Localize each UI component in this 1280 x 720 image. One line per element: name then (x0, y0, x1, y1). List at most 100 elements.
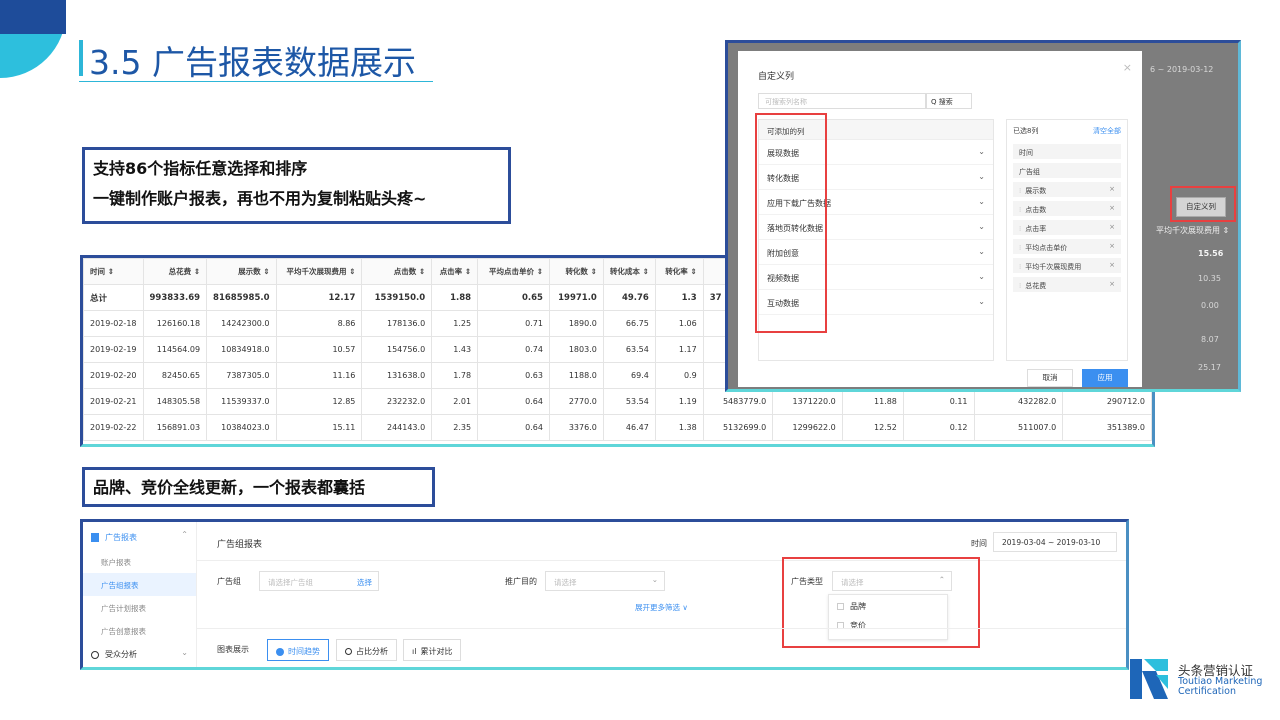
col-header-time[interactable]: 时间 ⇕ (83, 258, 144, 285)
callout-metrics-line2: 一键制作账户报表，再也不用为复制粘贴头疼~ (93, 189, 427, 208)
chart-display-label: 图表展示 (217, 645, 249, 654)
apply-button[interactable]: 应用 (1082, 369, 1128, 387)
selected-columns-list: 已选8列 清空全部 时间 广告组 ⁞ 展示数 × ⁞ 点击数 × ⁞ 点击率 × ⁞ 平均点击… (1006, 119, 1128, 361)
bar-chart-icon: ıl (412, 647, 417, 656)
remove-icon[interactable]: × (1109, 223, 1115, 231)
sidebar-item-campaign-report[interactable]: 广告计划报表 (83, 596, 196, 619)
selected-column-chip[interactable]: ⁞ 总花费 × (1013, 277, 1121, 292)
chevron-down-icon: ⌄ (978, 197, 985, 206)
chevron-down-icon: ⌄ (978, 147, 985, 156)
col-header-conv-cost[interactable]: 转化成本 ⇕ (602, 258, 656, 285)
col-header-cpc[interactable]: 平均点击单价 ⇕ (477, 258, 550, 285)
sidebar-group-ad-report[interactable]: 广告报表 ⌃ (83, 522, 196, 550)
total-cpm: 12.17 (275, 284, 363, 311)
selected-column-chip[interactable]: ⁞ 平均点击单价 × (1013, 239, 1121, 254)
selected-column-chip[interactable]: ⁞ 点击率 × (1013, 220, 1121, 235)
total-cost: 993833.69 (142, 284, 208, 311)
col-header-cpm[interactable]: 平均千次展现费用 ⇕ (275, 258, 363, 285)
tab-share-analysis[interactable]: 占比分析 (336, 639, 397, 661)
remove-icon[interactable]: × (1109, 185, 1115, 193)
tab-time-trend[interactable]: 时间趋势 (267, 639, 329, 661)
report-sidebar: 广告报表 ⌃ 账户报表 广告组报表 广告计划报表 广告创意报表 受众分析 ⌄ (83, 522, 197, 667)
bg-value: 15.56 (1198, 249, 1224, 258)
selected-columns-header: 已选8列 (1013, 127, 1039, 135)
logo-text-en: Toutiao Marketing Certification (1178, 676, 1263, 697)
highlight-available-columns (755, 113, 827, 333)
bg-value: 8.07 (1201, 335, 1219, 344)
highlight-custom-column-button (1170, 186, 1236, 222)
sidebar-group-audience[interactable]: 受众分析 ⌄ (83, 642, 196, 666)
chevron-down-icon: ⌄ (978, 222, 985, 231)
callout-metrics: 支持86个指标任意选择和排序 一键制作账户报表，再也不用为复制粘贴头疼~ (82, 147, 511, 224)
bg-value: 25.17 (1198, 363, 1221, 372)
modal-title: 自定义列 (758, 72, 795, 82)
chevron-up-icon: ⌃ (181, 530, 188, 539)
selected-column-chip: 时间 (1013, 144, 1121, 159)
remove-icon[interactable]: × (1109, 261, 1115, 269)
sidebar-item-creative-report[interactable]: 广告创意报表 (83, 619, 196, 642)
total-conv-cost: 49.76 (602, 284, 656, 311)
title-accent-bar (79, 40, 83, 76)
report-icon (91, 533, 99, 542)
bg-column-header: 平均千次展现费用 ⇕ (1156, 226, 1230, 235)
search-button[interactable]: Q 搜索 (926, 93, 972, 109)
chevron-down-icon: ⌄ (978, 172, 985, 181)
clear-all-link[interactable]: 清空全部 (1093, 126, 1121, 136)
ad-group-label: 广告组 (217, 577, 241, 586)
drag-handle-icon[interactable]: ⁞ (1019, 225, 1021, 233)
total-ctr: 1.88 (431, 284, 479, 311)
total-clicks: 1539150.0 (361, 284, 433, 311)
purpose-label: 推广目的 (505, 577, 537, 586)
bg-date-range: 6 ~ 2019-03-12 (1150, 65, 1214, 74)
bg-value: 10.35 (1198, 274, 1221, 283)
col-header-cost[interactable]: 总花费 ⇕ (142, 258, 208, 285)
selected-column-chip: 广告组 (1013, 163, 1121, 178)
col-header-ctr[interactable]: 点击率 ⇕ (431, 258, 479, 285)
table-row: 2019-02-22 156891.03 10384023.0 15.11 244143… (83, 414, 1152, 441)
col-header-clicks[interactable]: 点击数 ⇕ (361, 258, 433, 285)
drag-handle-icon[interactable]: ⁞ (1019, 263, 1021, 271)
tab-cumulative-comparison[interactable]: ıl 累计对比 (403, 639, 462, 661)
selected-column-chip[interactable]: ⁞ 平均千次展现费用 × (1013, 258, 1121, 273)
close-icon[interactable]: × (1123, 61, 1132, 74)
col-header-impressions[interactable]: 展示数 ⇕ (206, 258, 277, 285)
slide-title: 3.5 广告报表数据展示 (89, 43, 416, 82)
chevron-down-icon: ⌄ (181, 648, 188, 657)
custom-columns-modal: 自定义列 × 可搜索列名称 Q 搜索 可添加的列 展现数据 ⌄ 转化数据 ⌄ 应用下… (738, 51, 1142, 387)
drag-handle-icon[interactable]: ⁞ (1019, 187, 1021, 195)
page-title: 广告组报表 (217, 540, 263, 550)
highlight-ad-type (782, 557, 980, 648)
drag-handle-icon[interactable]: ⁞ (1019, 282, 1021, 290)
chevron-down-icon: ⌄ (978, 247, 985, 256)
remove-icon[interactable]: × (1109, 204, 1115, 212)
custom-columns-screenshot: 6 ~ 2019-03-12 平均千次展现费用 ⇕ 15.56 10.35 0.… (725, 40, 1241, 392)
sidebar-item-account-report[interactable]: 账户报表 (83, 550, 196, 573)
expand-more-filters-link[interactable]: 展开更多筛选 ∨ (635, 602, 688, 613)
callout-metrics-line1: 支持86个指标任意选择和排序 (93, 159, 308, 178)
total-conv-rate: 1.3 (654, 284, 704, 311)
col-header-conv-rate[interactable]: 转化率 ⇕ (654, 258, 704, 285)
audience-icon (91, 650, 99, 659)
drag-handle-icon[interactable]: ⁞ (1019, 244, 1021, 252)
chevron-down-icon: ⌄ (651, 575, 658, 584)
cancel-button[interactable]: 取消 (1027, 369, 1073, 387)
column-search-input[interactable]: 可搜索列名称 (758, 93, 926, 109)
toutiao-logo-icon (1130, 659, 1168, 699)
total-label: 总计 (83, 284, 144, 311)
purpose-select[interactable]: 请选择 ⌄ (545, 571, 665, 591)
ad-group-input[interactable]: 请选择广告组 选择 (259, 571, 379, 591)
table-row: 2019-02-21 148305.58 11539337.0 12.85 232232… (83, 388, 1152, 415)
date-range-picker[interactable]: 2019-03-04 ~ 2019-03-10 (993, 532, 1117, 552)
remove-icon[interactable]: × (1109, 242, 1115, 250)
col-header-conversions[interactable]: 转化数 ⇕ (548, 258, 604, 285)
drag-handle-icon[interactable]: ⁞ (1019, 206, 1021, 214)
sidebar-item-ad-group-report[interactable]: 广告组报表 (83, 573, 196, 596)
remove-icon[interactable]: × (1109, 280, 1115, 288)
selected-column-chip[interactable]: ⁞ 展示数 × (1013, 182, 1121, 197)
ad-group-select-link[interactable]: 选择 (357, 577, 372, 588)
corner-decoration (0, 0, 66, 78)
chevron-down-icon: ⌄ (978, 297, 985, 306)
selected-column-chip[interactable]: ⁞ 点击数 × (1013, 201, 1121, 216)
total-impressions: 81685985.0 (206, 284, 277, 311)
ad-group-report-panel: 广告报表 ⌃ 账户报表 广告组报表 广告计划报表 广告创意报表 受众分析 ⌄ 广… (80, 519, 1129, 670)
